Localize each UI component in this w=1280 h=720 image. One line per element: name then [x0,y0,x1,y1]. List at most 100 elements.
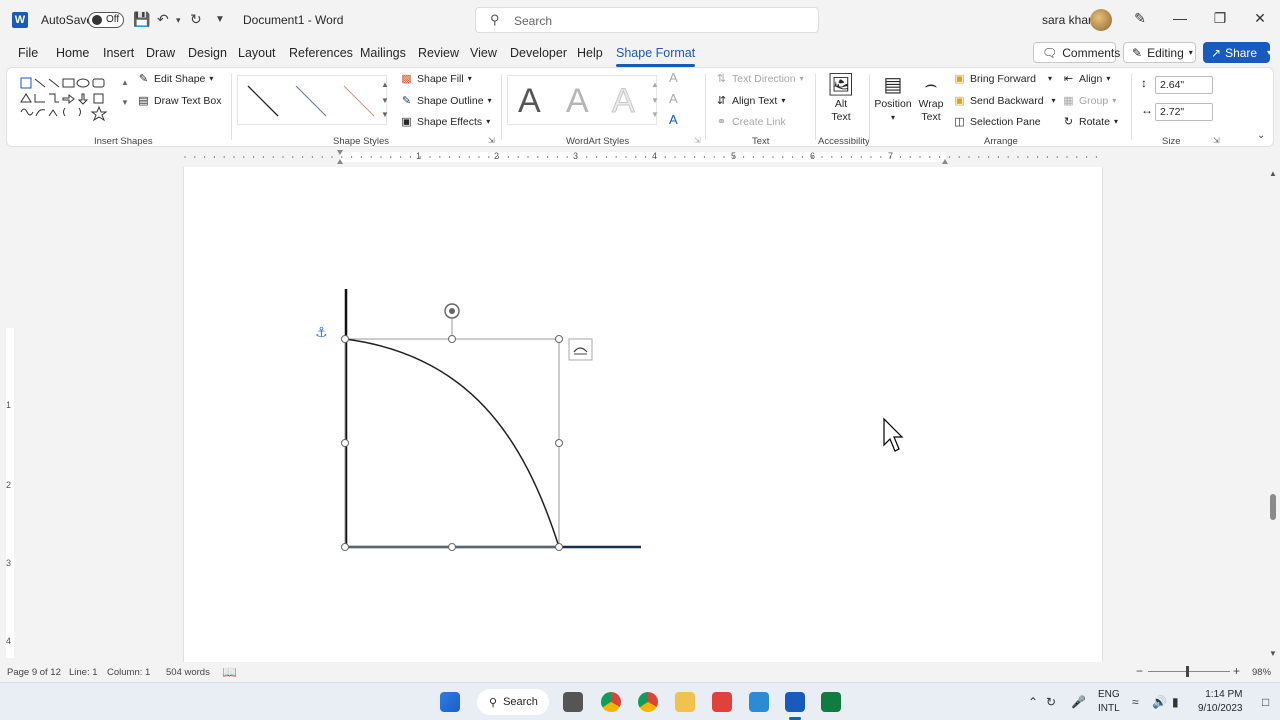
tab-insert[interactable]: Insert [103,46,134,60]
shapes-gallery[interactable] [19,76,125,126]
bring-forward-button[interactable]: ▣ Bring Forward ▾ [953,72,1052,86]
styles-scroll-up-icon[interactable]: ▲ [381,80,389,89]
draw-text-box-button[interactable]: ▤ Draw Text Box [137,94,221,108]
app-icon[interactable] [712,692,732,712]
rotate-button[interactable]: ↻ Rotate ▾ [1062,115,1118,129]
zoom-level[interactable]: 98% [1252,667,1271,678]
shape-height-input[interactable]: 2.64" [1155,76,1213,94]
chrome-icon[interactable] [601,692,621,712]
selection-pane-button[interactable]: ◫ Selection Pane [953,115,1040,129]
styles-scroll-down-icon[interactable]: ▼ [381,96,389,105]
align-button[interactable]: ⇤ Align ▾ [1062,72,1110,86]
search-box[interactable]: ⚲ Search [475,7,819,33]
wordart-scroll-down-icon[interactable]: ▼ [651,96,659,105]
tab-home[interactable]: Home [56,46,89,60]
resize-handles[interactable] [341,335,563,551]
zoom-slider[interactable] [1148,671,1230,672]
tab-shape-format[interactable]: Shape Format [616,46,696,67]
zoom-in-icon[interactable]: + [1233,664,1240,678]
scroll-down-icon[interactable]: ▼ [1269,649,1277,658]
send-backward-button[interactable]: ▣ Send Backward ▾ [953,94,1055,108]
proofing-icon[interactable]: 📖 [222,665,237,679]
comments-button[interactable]: 🗨 Comments [1033,42,1120,63]
scrollbar-thumb[interactable] [1270,494,1276,520]
styles-more-icon[interactable]: ▼ [381,110,389,119]
position-button[interactable]: ▤ Position ▾ [873,72,913,124]
create-link-button[interactable]: ⚭ Create Link [715,115,786,129]
tab-draw[interactable]: Draw [146,46,175,60]
avatar[interactable] [1090,9,1112,31]
tab-references[interactable]: References [289,46,353,60]
file-explorer-icon[interactable] [675,692,695,712]
battery-icon[interactable]: ▮ [1172,695,1179,709]
system-clock[interactable]: 1:14 PM 9/10/2023 [1198,688,1243,716]
microphone-icon[interactable]: 🎤 [1071,695,1086,709]
wordart-gallery[interactable]: A A A [507,75,657,125]
dialog-launcher-icon[interactable]: ⇲ [694,136,701,145]
shapes-more-icon[interactable]: ▼ [121,98,129,107]
notepad-icon[interactable] [749,692,769,712]
maximize-button[interactable]: ❐ [1210,10,1230,27]
vertical-ruler[interactable]: 1 2 3 4 [4,168,16,658]
volume-icon[interactable]: 🔊 [1152,695,1167,709]
customize-toolbar-icon[interactable]: ▼ [215,14,225,25]
zoom-slider-thumb[interactable] [1186,666,1189,677]
text-direction-button[interactable]: ⇅ Text Direction ▾ [715,72,804,86]
pen-icon[interactable]: ✎ [1130,10,1150,27]
align-text-button[interactable]: ⇵ Align Text ▾ [715,94,785,108]
taskbar-search[interactable]: ⚲ Search [477,689,549,715]
alt-text-button[interactable]: 🖼 Alt Text [825,72,857,124]
shape-width-input[interactable]: 2.72" [1155,103,1213,121]
layout-options-icon[interactable] [568,338,593,361]
word-taskbar-icon[interactable] [785,692,805,712]
tab-mailings[interactable]: Mailings [360,46,406,60]
wifi-icon[interactable]: ≈ [1132,695,1139,709]
autosave-toggle[interactable]: Off [88,12,124,28]
notification-icon[interactable]: □ [1262,695,1269,709]
shape-styles-gallery[interactable] [237,75,387,125]
task-view-icon[interactable] [563,692,583,712]
excel-icon[interactable] [821,692,841,712]
rotation-handle-icon[interactable] [444,303,460,319]
minimize-button[interactable]: — [1170,10,1190,26]
dialog-launcher-icon[interactable]: ⇲ [488,136,495,145]
redo-icon[interactable]: ↻ [190,11,202,28]
close-button[interactable]: ✕ [1250,10,1270,27]
horizontal-ruler[interactable]: 1 2 3 4 5 6 7 [183,150,1103,164]
page-count[interactable]: Page 9 of 12 [7,667,61,678]
undo-dropdown-icon[interactable]: ▾ [176,15,181,26]
user-name[interactable]: sara khan [1042,13,1095,27]
tab-file[interactable]: File [18,46,38,60]
save-icon[interactable]: 💾 [133,11,150,28]
collapse-ribbon-icon[interactable]: ⌄ [1257,130,1265,141]
text-effects-icon[interactable]: A [669,112,678,127]
wrap-text-button[interactable]: ⌢ Wrap Text [913,72,949,124]
windows-start-icon[interactable] [440,692,460,712]
wordart-more-icon[interactable]: ▼ [651,110,659,119]
wordart-scroll-up-icon[interactable]: ▲ [651,80,659,89]
shape-effects-button[interactable]: ▣ Shape Effects ▾ [400,115,490,129]
sync-icon[interactable]: ↻ [1046,695,1056,709]
language-indicator[interactable]: ENG INTL [1098,688,1120,716]
word-count[interactable]: 504 words [166,667,210,678]
group-button[interactable]: ▦ Group ▾ [1062,94,1116,108]
drawing-canvas[interactable]: ⚓ [184,167,1104,662]
tab-help[interactable]: Help [577,46,603,60]
chevron-up-icon[interactable]: ⌃ [1028,695,1038,709]
zoom-out-icon[interactable]: − [1136,664,1143,678]
text-fill-icon[interactable]: A [669,70,678,85]
document-page[interactable]: ⚓ [183,167,1103,662]
vertical-scrollbar[interactable]: ▲ ▼ [1266,167,1280,662]
selected-curve-shape[interactable] [344,338,560,548]
scroll-up-icon[interactable]: ▲ [1269,169,1277,178]
tab-developer[interactable]: Developer [510,46,567,60]
shape-outline-button[interactable]: ✎ Shape Outline ▾ [400,94,492,108]
dialog-launcher-icon[interactable]: ⇲ [1213,136,1220,145]
editing-button[interactable]: ✎ Editing ▾ [1123,42,1196,63]
shapes-scroll-up-icon[interactable]: ▲ [121,78,129,87]
tab-view[interactable]: View [470,46,497,60]
tab-review[interactable]: Review [418,46,459,60]
text-outline-icon[interactable]: A [669,91,678,106]
tab-layout[interactable]: Layout [238,46,276,60]
share-button[interactable]: ↗ Share ▾ [1203,42,1271,63]
